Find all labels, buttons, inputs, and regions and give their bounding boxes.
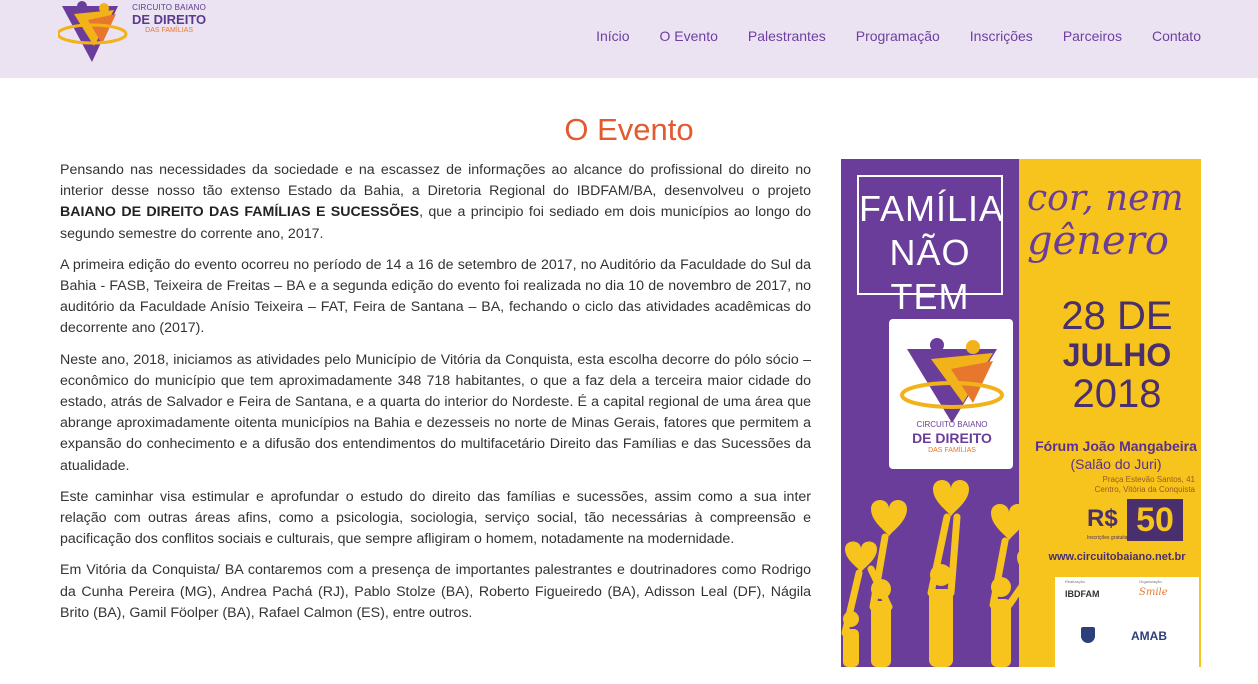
poster-address: Praça Estevão Santos, 41 Centro, Vitória… bbox=[1049, 475, 1195, 495]
main-nav: Início O Evento Palestrantes Programação… bbox=[596, 28, 1201, 44]
page-title: O Evento bbox=[564, 112, 694, 147]
poster-venue-line2: (Salão do Juri) bbox=[1070, 456, 1162, 472]
paragraph-5: Em Vitória da Conquista/ BA contaremos c… bbox=[60, 562, 811, 621]
city-crest-icon bbox=[1081, 627, 1095, 643]
poster-price-note: Inscrições gratuitas bbox=[1087, 535, 1131, 541]
poster-address-line1: Praça Estevão Santos, 41 bbox=[1102, 475, 1196, 484]
poster-url: www.circuitobaiano.net.br bbox=[1048, 551, 1186, 563]
poster-date-line3: 2018 bbox=[1072, 372, 1162, 416]
paragraph-1-start: Pensando nas necessidades da sociedade e… bbox=[60, 162, 811, 200]
nav-inicio[interactable]: Início bbox=[596, 28, 629, 44]
logo-line1: CIRCUITO BAIANO bbox=[132, 3, 207, 12]
poster-venue: Fórum João Mangabeira (Salão do Juri) bbox=[1031, 437, 1201, 473]
poster-price-value: 50 bbox=[1127, 499, 1183, 541]
paragraph-3: Neste ano, 2018, iniciamos as atividades… bbox=[60, 351, 811, 474]
ibdfam-logo: IBDFAM bbox=[1065, 589, 1100, 599]
paragraph-2: A primeira edição do evento ocorreu no p… bbox=[60, 256, 811, 337]
poster-date: 28 DE JULHO 2018 bbox=[1037, 294, 1197, 416]
nav-contato[interactable]: Contato bbox=[1152, 28, 1201, 44]
smile-logo: Smile bbox=[1139, 587, 1168, 598]
poster-logo-line2: DE DIREITO bbox=[912, 430, 992, 446]
poster-label-realizacao: Realização bbox=[1065, 579, 1085, 584]
nav-inscricoes[interactable]: Inscrições bbox=[970, 28, 1033, 44]
poster-currency: R$ bbox=[1087, 505, 1118, 532]
amab-logo: AMAB bbox=[1131, 629, 1167, 643]
site-logo[interactable]: CIRCUITO BAIANO DE DIREITO DAS FAMÍLIAS bbox=[56, 0, 208, 66]
poster-cor-genero: cor, nem gênero bbox=[1027, 178, 1197, 264]
poster-price: R$ Inscrições gratuitas 50 bbox=[1087, 497, 1197, 545]
logo-line2: DE DIREITO bbox=[132, 12, 207, 27]
people-with-hearts-icon bbox=[841, 480, 1049, 667]
poster-logo-text: CIRCUITO BAIANO DE DIREITO DAS FAMÍLIAS bbox=[897, 420, 1007, 455]
nav-palestrantes[interactable]: Palestrantes bbox=[748, 28, 826, 44]
poster-familia-line2: NÃO TEM bbox=[889, 232, 971, 317]
poster-date-line1: 28 DE bbox=[1061, 294, 1173, 338]
poster-logo-line3: DAS FAMÍLIAS bbox=[928, 447, 976, 454]
poster-date-line2: JULHO bbox=[1062, 337, 1172, 373]
poster-venue-line1: Fórum João Mangabeira bbox=[1035, 438, 1197, 454]
logo-line3: DAS FAMÍLIAS bbox=[145, 27, 194, 34]
poster-logo-line1: CIRCUITO BAIANO bbox=[916, 420, 988, 429]
paragraph-4: Este caminhar visa estimular e aprofunda… bbox=[60, 488, 811, 548]
logo-text: CIRCUITO BAIANO DE DIREITO DAS FAMÍLIAS bbox=[132, 3, 207, 35]
poster-label-organizacao: Organização bbox=[1139, 579, 1162, 584]
nav-o-evento[interactable]: O Evento bbox=[660, 28, 718, 44]
poster-sponsor-logos: Realização Organização IBDFAM Smile AMAB bbox=[1055, 577, 1199, 667]
site-header: CIRCUITO BAIANO DE DIREITO DAS FAMÍLIAS … bbox=[0, 0, 1258, 78]
paragraph-1: Pensando nas necessidades da sociedade e… bbox=[60, 160, 811, 245]
poster-familia-line1: FAMÍLIA bbox=[859, 188, 1005, 229]
poster-cor-line2: gênero bbox=[1027, 218, 1169, 264]
event-description: Pensando nas necessidades da sociedade e… bbox=[60, 160, 811, 634]
poster-address-line2: Centro, Vitória da Conquista bbox=[1094, 485, 1195, 494]
event-poster: FAMÍLIA NÃO TEM cor, nem gênero 28 DE JU… bbox=[841, 159, 1201, 667]
poster-cor-line1: cor, nem bbox=[1027, 178, 1184, 219]
nav-parceiros[interactable]: Parceiros bbox=[1063, 28, 1122, 44]
project-name: BAIANO DE DIREITO DAS FAMÍLIAS E SUCESSÕ… bbox=[60, 204, 420, 221]
poster-familia-box: FAMÍLIA NÃO TEM bbox=[857, 175, 1005, 317]
nav-programacao[interactable]: Programação bbox=[856, 28, 940, 44]
